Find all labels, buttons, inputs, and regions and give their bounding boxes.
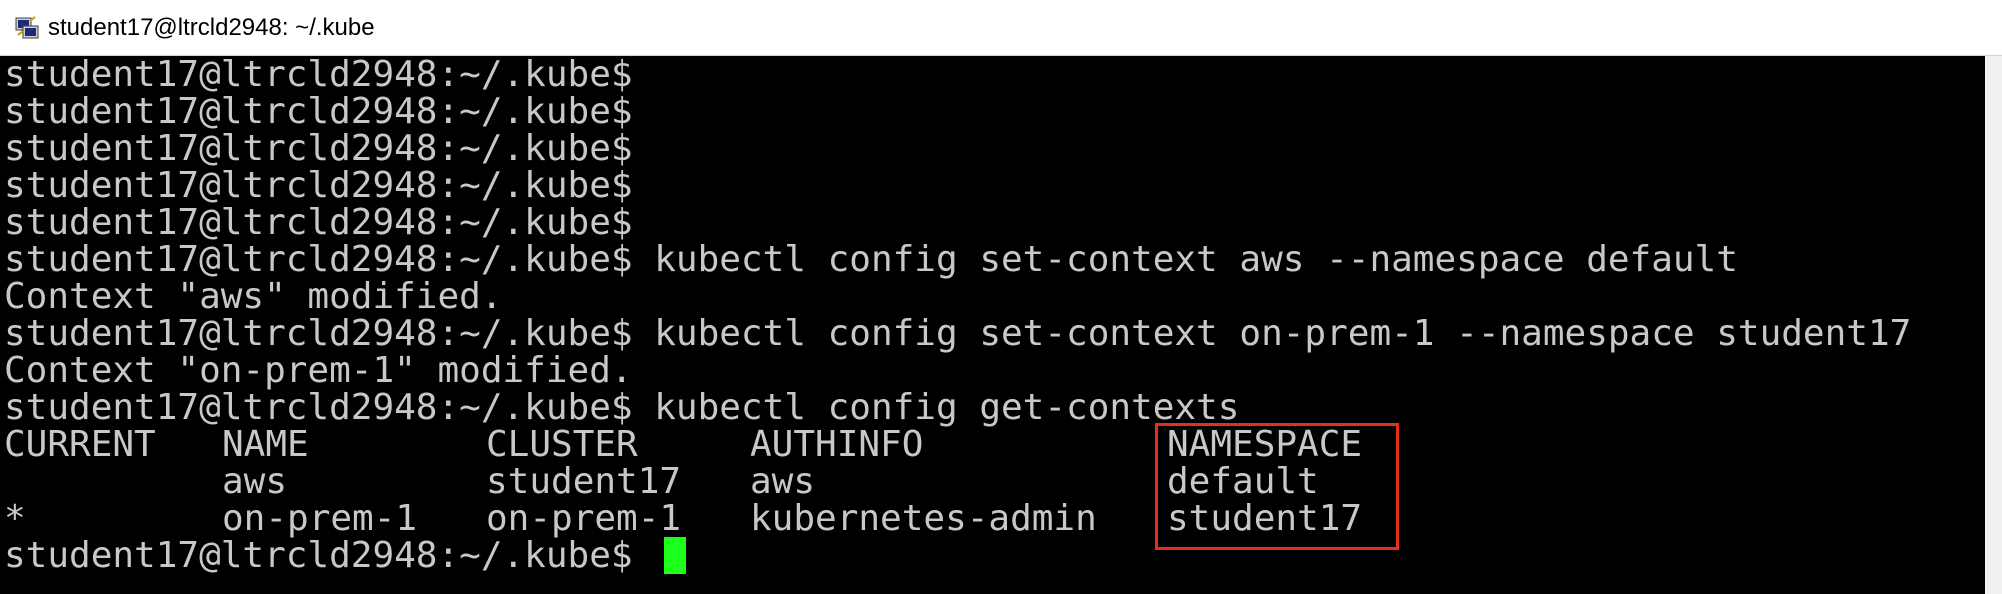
terminal-line: student17@ltrcld2948:~/.kube$ [4, 91, 633, 132]
terminal-line: Context "aws" modified. [4, 276, 503, 317]
terminal-line: student17@ltrcld2948:~/.kube$ [4, 202, 633, 243]
namespace-highlight-box [1155, 423, 1399, 550]
table-cell-cluster: student17 [486, 461, 682, 502]
terminal-final-prompt: student17@ltrcld2948:~/.kube$ [4, 535, 633, 576]
terminal-line: student17@ltrcld2948:~/.kube$ [4, 56, 633, 95]
putty-terminal-icon [15, 15, 39, 38]
table-cell-authinfo: aws [750, 461, 816, 502]
terminal-line: student17@ltrcld2948:~/.kube$ kubectl co… [4, 239, 1738, 280]
table-cell-name: aws [222, 461, 288, 502]
terminal-line: student17@ltrcld2948:~/.kube$ [4, 128, 633, 169]
window-title: student17@ltrcld2948: ~/.kube [48, 13, 375, 41]
terminal-line: student17@ltrcld2948:~/.kube$ [4, 165, 633, 206]
terminal-line: Context "on-prem-1" modified. [4, 350, 633, 391]
table-header-cluster: CLUSTER [486, 424, 638, 465]
table-cell-authinfo: kubernetes-admin [750, 498, 1097, 539]
terminal-cursor [664, 537, 686, 574]
terminal-output[interactable]: student17@ltrcld2948:~/.kube$ student17@… [0, 56, 1985, 594]
terminal-window: student17@ltrcld2948: ~/.kube student17@… [0, 0, 2002, 594]
table-header-name: NAME [222, 424, 309, 465]
table-cell-current: * [4, 498, 26, 539]
terminal-line: student17@ltrcld2948:~/.kube$ kubectl co… [4, 313, 1912, 354]
table-header-current: CURRENT [4, 424, 156, 465]
terminal-line: student17@ltrcld2948:~/.kube$ kubectl co… [4, 387, 1240, 428]
table-cell-cluster: on-prem-1 [486, 498, 682, 539]
title-bar[interactable]: student17@ltrcld2948: ~/.kube [0, 0, 2002, 56]
table-cell-name: on-prem-1 [222, 498, 418, 539]
table-header-authinfo: AUTHINFO [750, 424, 924, 465]
vertical-scrollbar[interactable] [1985, 56, 2002, 594]
